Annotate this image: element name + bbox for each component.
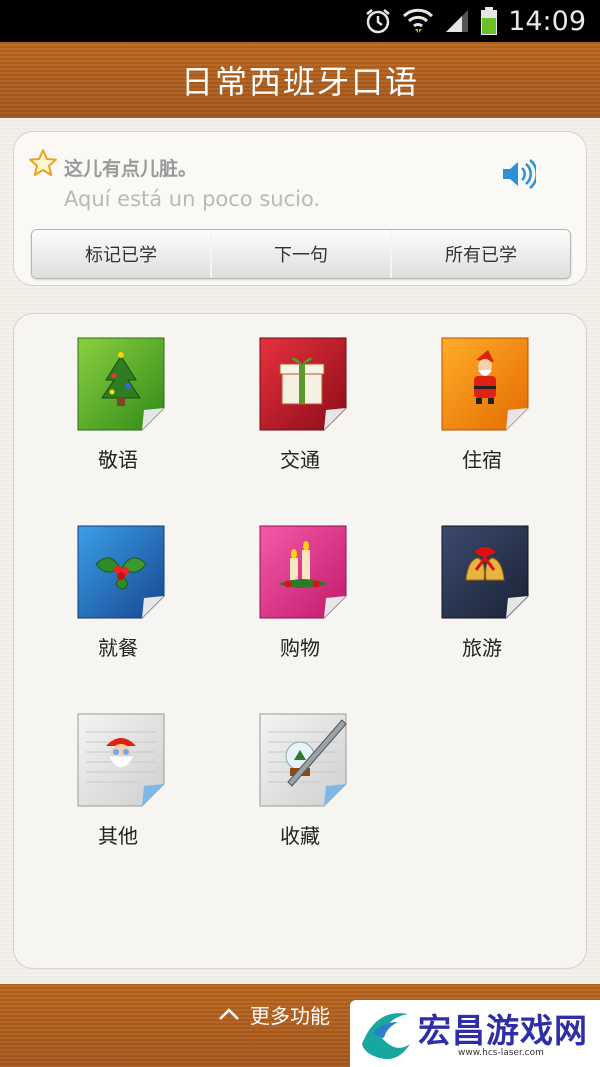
category-lodging[interactable]: 住宿 bbox=[402, 336, 562, 486]
sentence-card: 这儿有点儿脏。 Aquí está un poco sucio. 标记已学 下一… bbox=[13, 131, 587, 286]
category-label: 其他 bbox=[98, 824, 138, 848]
page-title: 日常西班牙口语 bbox=[180, 63, 419, 101]
more-features-button[interactable]: 更多功能 bbox=[218, 998, 330, 1030]
snow-globe-note-icon bbox=[259, 713, 347, 807]
holly-icon bbox=[77, 525, 165, 619]
category-label: 收藏 bbox=[280, 824, 320, 848]
sentence-actions: 标记已学 下一句 所有已学 bbox=[31, 229, 571, 279]
category-travel[interactable]: 旅游 bbox=[402, 524, 562, 674]
clock-time: 14:09 bbox=[508, 5, 586, 37]
gift-box-icon bbox=[259, 337, 347, 431]
next-sentence-button[interactable]: 下一句 bbox=[212, 230, 392, 278]
christmas-tree-icon bbox=[77, 337, 165, 431]
main-content: 这儿有点儿脏。 Aquí está un poco sucio. 标记已学 下一… bbox=[0, 118, 600, 984]
more-features-label: 更多功能 bbox=[250, 1003, 330, 1028]
category-label: 购物 bbox=[280, 636, 320, 660]
battery-icon bbox=[481, 7, 498, 35]
watermark: 宏昌游戏网 www.hcs-laser.com bbox=[350, 1000, 600, 1067]
spanish-sentence: Aquí está un poco sucio. bbox=[64, 187, 321, 211]
favorite-star-icon[interactable] bbox=[28, 148, 58, 178]
chinese-sentence: 这儿有点儿脏。 bbox=[64, 158, 198, 180]
santa-note-icon bbox=[77, 713, 165, 807]
category-transport[interactable]: 交通 bbox=[220, 336, 380, 486]
category-label: 敬语 bbox=[98, 448, 138, 472]
all-learned-button[interactable]: 所有已学 bbox=[392, 230, 570, 278]
speaker-icon[interactable] bbox=[500, 158, 536, 190]
category-other[interactable]: 其他 bbox=[38, 712, 198, 862]
category-label: 住宿 bbox=[462, 448, 502, 472]
category-label: 就餐 bbox=[98, 636, 138, 660]
category-dining[interactable]: 就餐 bbox=[38, 524, 198, 674]
wifi-icon bbox=[403, 8, 434, 33]
category-grid: 敬语 交通 住宿 就餐 购物 旅游 其他 收藏 bbox=[13, 313, 587, 969]
santa-claus-icon bbox=[441, 337, 529, 431]
watermark-logo-icon bbox=[362, 1013, 410, 1060]
bells-icon bbox=[441, 525, 529, 619]
category-label: 旅游 bbox=[462, 636, 502, 660]
status-bar: 14:09 bbox=[0, 0, 600, 42]
mark-learned-button[interactable]: 标记已学 bbox=[32, 230, 212, 278]
signal-icon bbox=[446, 10, 469, 32]
category-shopping[interactable]: 购物 bbox=[220, 524, 380, 674]
watermark-text: 宏昌游戏网 bbox=[418, 1011, 588, 1050]
watermark-url: www.hcs-laser.com bbox=[458, 1048, 544, 1058]
category-favorites[interactable]: 收藏 bbox=[220, 712, 380, 862]
title-bar: 日常西班牙口语 bbox=[0, 42, 600, 118]
chevron-up-icon bbox=[219, 1008, 239, 1020]
alarm-icon bbox=[366, 9, 390, 34]
category-label: 交通 bbox=[280, 448, 320, 472]
category-polite[interactable]: 敬语 bbox=[38, 336, 198, 486]
candles-icon bbox=[259, 525, 347, 619]
